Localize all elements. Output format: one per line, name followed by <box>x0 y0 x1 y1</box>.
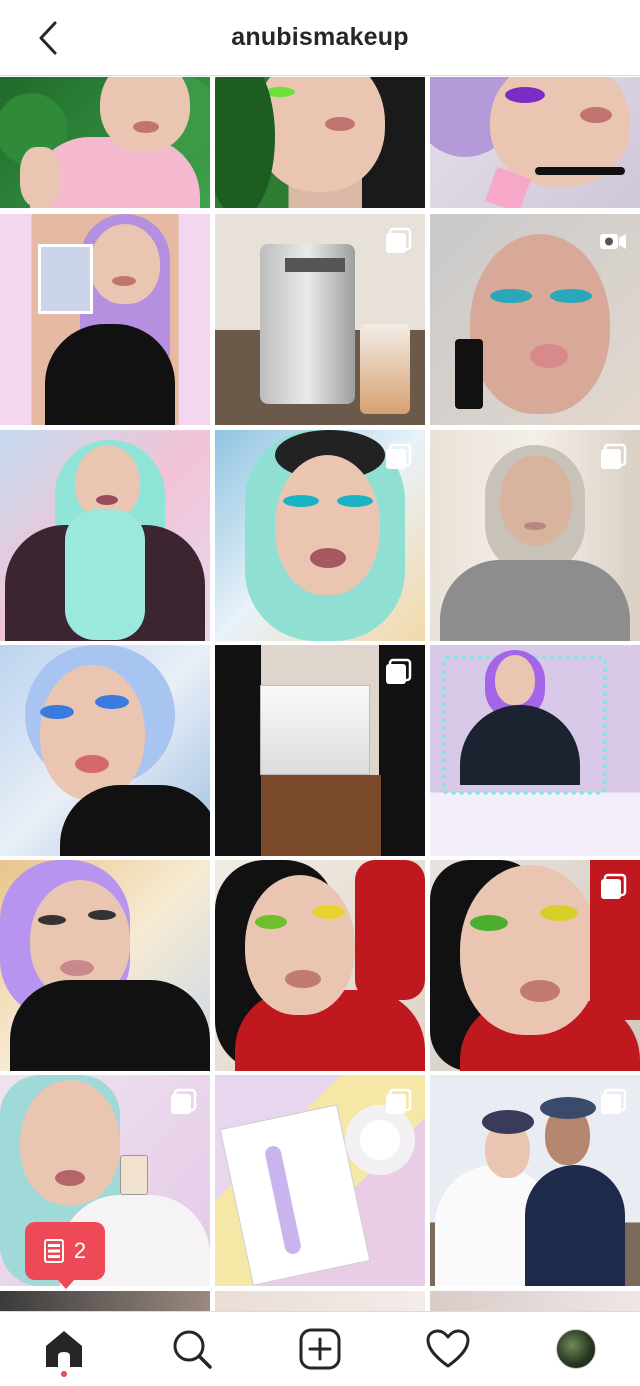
post-thumbnail[interactable] <box>0 214 210 425</box>
activity-feed-icon <box>43 1239 64 1263</box>
post-thumbnail[interactable] <box>0 1291 210 1311</box>
carousel-icon <box>601 873 627 899</box>
post-thumbnail[interactable] <box>215 214 425 425</box>
tab-home[interactable] <box>32 1317 96 1381</box>
active-tab-indicator <box>61 1371 67 1377</box>
carousel-icon <box>171 1088 197 1114</box>
plus-square-icon <box>299 1328 341 1370</box>
carousel-icon <box>386 658 412 684</box>
activity-notification-bubble[interactable]: 2 <box>25 1222 105 1289</box>
tab-profile[interactable] <box>544 1317 608 1381</box>
post-thumbnail[interactable] <box>430 1075 640 1286</box>
post-thumbnail[interactable] <box>0 645 210 856</box>
posts-grid <box>0 77 640 1311</box>
post-thumbnail[interactable] <box>0 77 210 208</box>
carousel-icon <box>601 1088 627 1114</box>
post-thumbnail[interactable] <box>430 214 640 425</box>
post-thumbnail[interactable] <box>215 1075 425 1286</box>
post-thumbnail[interactable] <box>430 77 640 208</box>
home-icon <box>46 1331 82 1367</box>
post-thumbnail[interactable] <box>430 645 640 856</box>
chevron-left-icon <box>39 21 57 55</box>
profile-avatar-icon <box>556 1329 596 1369</box>
profile-username-title: anubismakeup <box>231 23 409 51</box>
carousel-icon <box>386 1088 412 1114</box>
carousel-icon <box>386 443 412 469</box>
post-thumbnail[interactable] <box>0 430 210 641</box>
post-thumbnail[interactable] <box>215 645 425 856</box>
notification-count: 2 <box>73 1238 87 1263</box>
post-thumbnail[interactable] <box>215 1291 425 1311</box>
back-button[interactable] <box>30 20 66 56</box>
post-thumbnail[interactable] <box>215 77 425 208</box>
carousel-icon <box>386 227 412 253</box>
tab-search[interactable] <box>160 1317 224 1381</box>
post-thumbnail[interactable] <box>430 430 640 641</box>
bottom-tab-bar <box>0 1311 640 1386</box>
top-bar: anubismakeup <box>0 0 640 76</box>
tab-activity[interactable] <box>416 1317 480 1381</box>
video-icon <box>600 234 626 249</box>
post-thumbnail[interactable] <box>215 860 425 1071</box>
tab-new-post[interactable] <box>288 1317 352 1381</box>
search-icon <box>173 1330 212 1369</box>
post-thumbnail[interactable] <box>430 860 640 1071</box>
post-thumbnail[interactable] <box>430 1291 640 1311</box>
heart-icon <box>426 1329 470 1368</box>
post-thumbnail[interactable] <box>0 860 210 1071</box>
post-thumbnail[interactable] <box>215 430 425 641</box>
carousel-icon <box>601 443 627 469</box>
